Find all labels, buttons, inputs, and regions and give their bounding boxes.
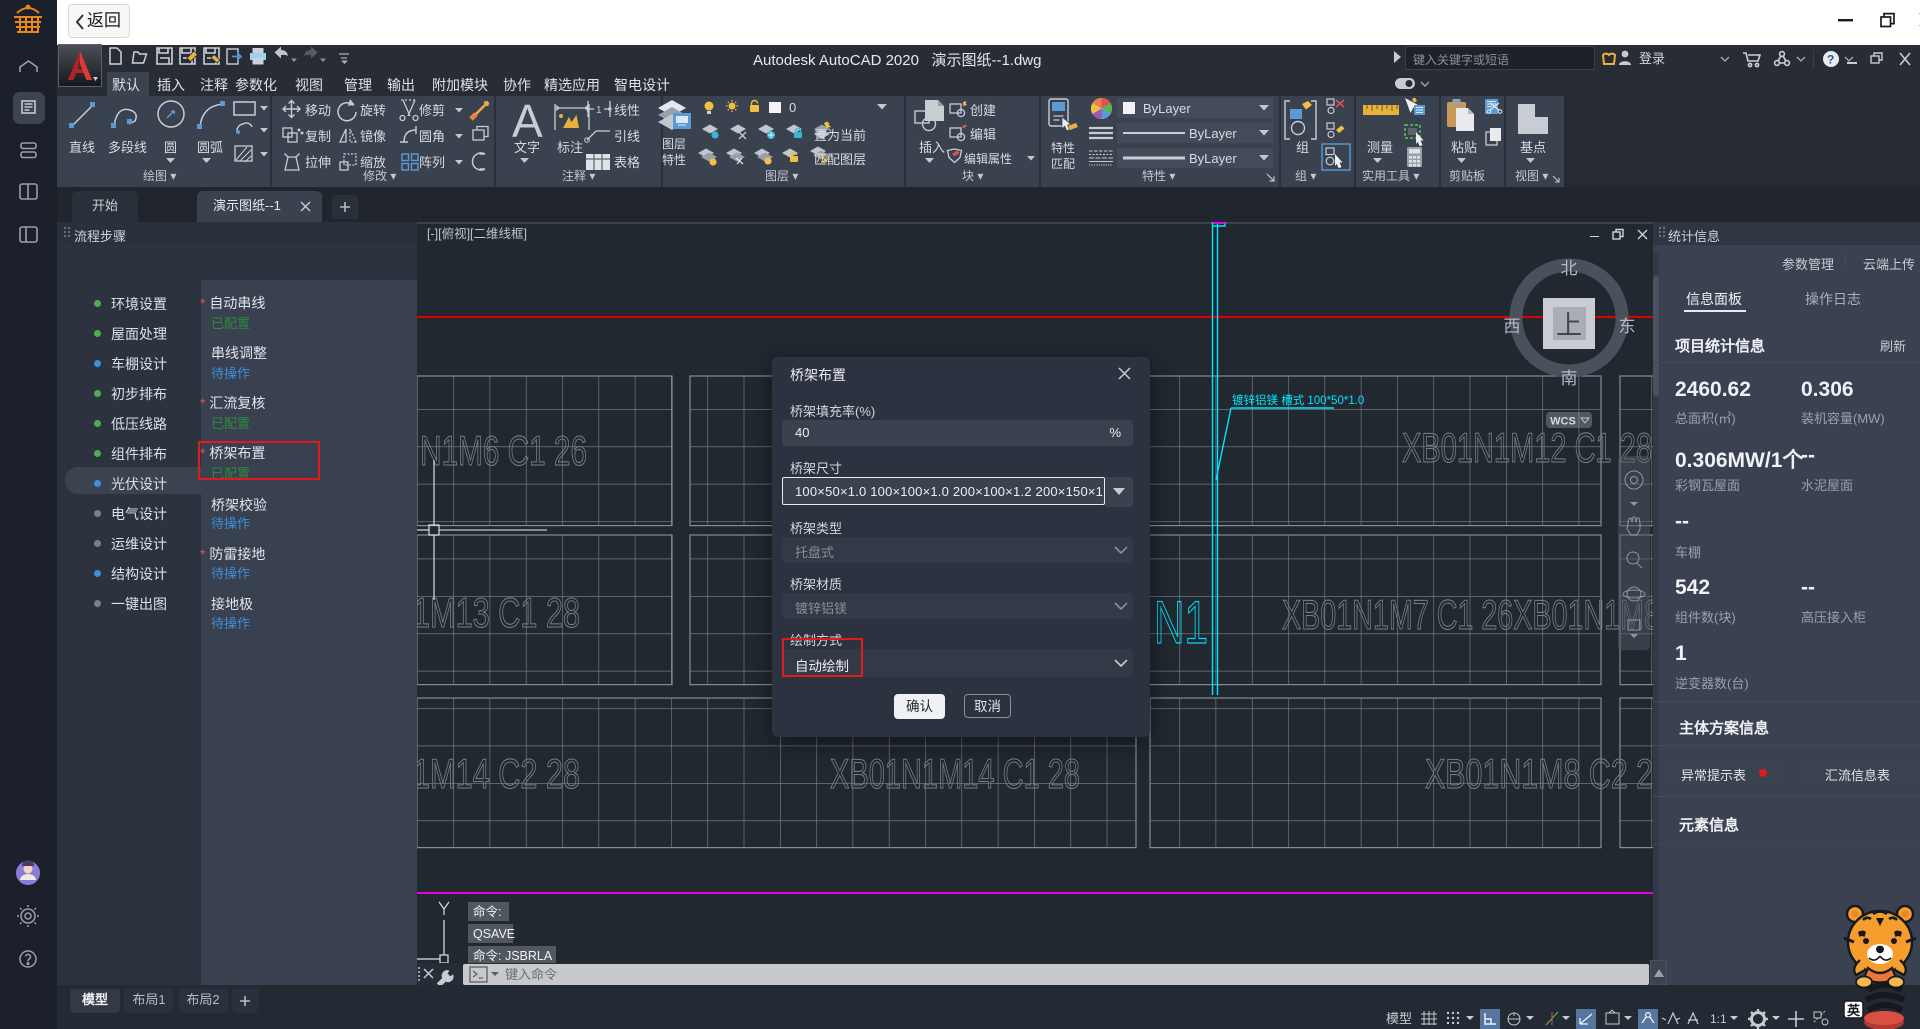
svg-text:匹配图层: 匹配图层 xyxy=(814,152,866,167)
svg-text:西: 西 xyxy=(1504,317,1521,336)
svg-text:视图 ▾: 视图 ▾ xyxy=(1515,168,1548,183)
svg-text:圆角: 圆角 xyxy=(419,129,445,144)
svg-text:标注: 标注 xyxy=(557,140,583,155)
svg-text:?: ? xyxy=(1827,53,1834,67)
svg-text:修剪: 修剪 xyxy=(419,103,445,118)
svg-text:镀锌铝镁 槽式 100*50*1.0: 镀锌铝镁 槽式 100*50*1.0 xyxy=(1232,393,1364,407)
svg-text:阵列: 阵列 xyxy=(419,155,445,170)
svg-text:注释 ▾: 注释 ▾ xyxy=(562,168,595,183)
svg-text:修改 ▾: 修改 ▾ xyxy=(363,168,396,183)
svg-text:插入: 插入 xyxy=(919,140,945,155)
svg-text:匹配: 匹配 xyxy=(1051,157,1075,171)
svg-text:XB01N1M12 C1 28: XB01N1M12 C1 28 xyxy=(1402,424,1652,471)
svg-text:实用工具 ▾: 实用工具 ▾ xyxy=(1362,168,1419,183)
svg-text:线性: 线性 xyxy=(614,103,640,118)
svg-text:图层 ▾: 图层 ▾ xyxy=(765,169,798,183)
svg-text:键入命令: 键入命令 xyxy=(505,967,557,982)
svg-text:QSAVE: QSAVE xyxy=(473,927,515,941)
svg-text:编辑: 编辑 xyxy=(970,127,996,142)
svg-text:0: 0 xyxy=(789,100,796,115)
svg-text:粘贴: 粘贴 xyxy=(1451,140,1477,155)
svg-text:置为当前: 置为当前 xyxy=(814,128,866,143)
svg-text:直线: 直线 xyxy=(69,140,95,155)
svg-text:多段线: 多段线 xyxy=(108,140,147,155)
svg-text:ByLayer: ByLayer xyxy=(1189,151,1237,166)
svg-text:表格: 表格 xyxy=(614,155,640,170)
svg-text:移动: 移动 xyxy=(305,103,331,118)
svg-text:XB01N1M7 C1 26XB01N1M8: XB01N1M7 C1 26XB01N1M8 xyxy=(1282,591,1653,638)
svg-text:测量: 测量 xyxy=(1367,140,1393,155)
svg-text:命令: JSBRLA: 命令: JSBRLA xyxy=(473,948,553,963)
svg-text:缩放: 缩放 xyxy=(360,155,386,170)
svg-text:组 ▾: 组 ▾ xyxy=(1295,169,1316,183)
svg-text:WCS: WCS xyxy=(1550,416,1576,428)
svg-text:编辑属性: 编辑属性 xyxy=(964,151,1012,166)
svg-text:1M14 C2 28: 1M14 C2 28 xyxy=(417,750,580,797)
svg-text:组: 组 xyxy=(1296,140,1309,155)
svg-text:块 ▾: 块 ▾ xyxy=(962,169,983,183)
svg-text:XB01N1M8 C2 2: XB01N1M8 C2 2 xyxy=(1425,750,1653,797)
svg-text:模型: 模型 xyxy=(1386,1011,1412,1026)
svg-text:南: 南 xyxy=(1561,369,1578,388)
svg-text:东: 东 xyxy=(1619,317,1636,336)
svg-text:登录: 登录 xyxy=(1639,51,1665,66)
svg-text:XB01N1M14 C1 28: XB01N1M14 C1 28 xyxy=(830,750,1080,797)
svg-text:北: 北 xyxy=(1561,259,1578,278)
svg-text:上: 上 xyxy=(1556,310,1582,340)
svg-text:英: 英 xyxy=(1846,1003,1861,1018)
svg-text:剪贴板: 剪贴板 xyxy=(1449,168,1485,183)
svg-text:1M13 C1 28: 1M13 C1 28 xyxy=(417,589,580,636)
svg-text:N1M6 C1 26: N1M6 C1 26 xyxy=(420,427,587,474)
svg-text:拉伸: 拉伸 xyxy=(305,155,331,170)
svg-text:特性: 特性 xyxy=(1051,140,1075,155)
svg-text:特性 ▾: 特性 ▾ xyxy=(1142,168,1175,183)
svg-text:绘图 ▾: 绘图 ▾ xyxy=(143,168,176,183)
svg-text:旋转: 旋转 xyxy=(360,103,386,118)
svg-text:图层: 图层 xyxy=(662,137,686,151)
svg-text:ByLayer: ByLayer xyxy=(1143,101,1191,116)
svg-text:圆弧: 圆弧 xyxy=(197,140,223,155)
svg-text:文字: 文字 xyxy=(514,140,540,155)
svg-text:1: 1 xyxy=(596,105,602,116)
svg-text:N1: N1 xyxy=(1154,589,1208,656)
svg-text:复制: 复制 xyxy=(305,129,331,144)
svg-text:创建: 创建 xyxy=(970,103,996,118)
svg-text:圆: 圆 xyxy=(164,140,177,155)
svg-text:1:1: 1:1 xyxy=(1710,1012,1727,1026)
svg-text:镜像: 镜像 xyxy=(360,129,386,144)
svg-text:ByLayer: ByLayer xyxy=(1189,126,1237,141)
svg-text:基点: 基点 xyxy=(1520,140,1546,155)
svg-text:特性: 特性 xyxy=(662,152,686,167)
svg-text:[-][俯视][二维线框]: [-][俯视][二维线框] xyxy=(427,226,527,241)
svg-text:引线: 引线 xyxy=(614,129,640,144)
svg-text:命令:: 命令: xyxy=(473,904,501,919)
